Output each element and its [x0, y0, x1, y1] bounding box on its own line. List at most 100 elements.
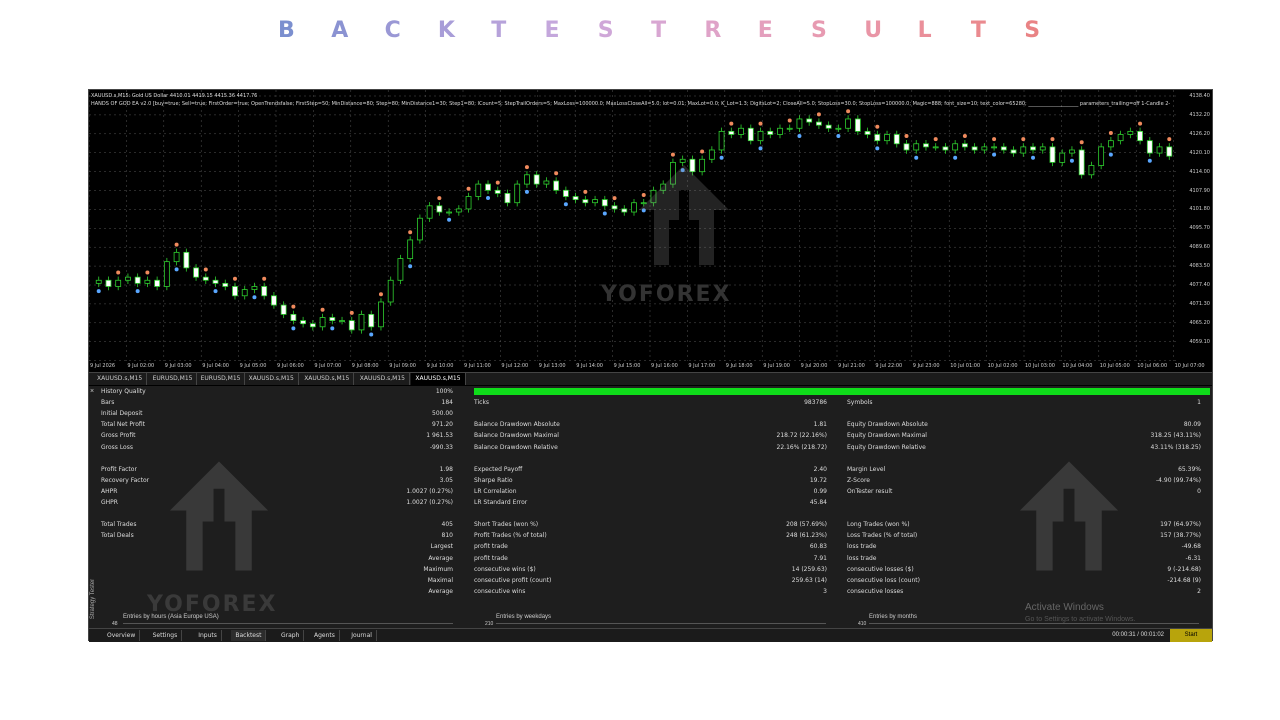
candle-body: [757, 130, 764, 142]
candle-body: [1127, 130, 1134, 135]
trade-marker: [135, 289, 140, 294]
title-letter: S: [811, 18, 827, 43]
candle-body: [1000, 146, 1007, 151]
candle-body: [368, 313, 375, 328]
title-letter: B: [278, 18, 295, 43]
candle-body: [407, 239, 414, 259]
candle-body: [95, 279, 102, 284]
tab-backtest[interactable]: Backtest: [231, 630, 267, 641]
start-button[interactable]: Start: [1170, 629, 1212, 642]
stat-label: Short Trades (won %): [474, 521, 539, 529]
trade-marker: [203, 267, 208, 272]
stat-value: 218.72 (22.16%): [776, 432, 827, 440]
candle-body: [1146, 140, 1153, 154]
trade-marker: [116, 270, 121, 275]
stat-value: 1 961.53: [426, 432, 453, 440]
candle-body: [465, 196, 472, 210]
close-icon[interactable]: ×: [90, 388, 94, 395]
title-letter: U: [864, 18, 883, 43]
tab-graph[interactable]: Graph: [277, 630, 305, 641]
price-tick-label: 4065.20: [1189, 319, 1210, 326]
candle-body: [134, 276, 141, 284]
symbol-tab[interactable]: XAUUSD.s,M15: [411, 373, 466, 385]
trade-marker: [1138, 121, 1143, 126]
stat-label: loss trade: [847, 543, 877, 551]
title-letter: T: [491, 18, 507, 43]
candle-body: [1059, 152, 1066, 163]
candle-body: [300, 320, 307, 325]
candle-body: [835, 127, 842, 130]
trade-marker: [174, 267, 179, 272]
candle-body: [621, 208, 628, 213]
symbol-tab[interactable]: XAUUSD.s,M15: [93, 373, 148, 385]
stat-label: consecutive profit (count): [474, 576, 552, 584]
title-letter: S: [597, 18, 614, 43]
trade-marker: [554, 171, 559, 176]
stat-value: 157 (38.77%): [1160, 532, 1201, 540]
time-tick-label: 9 Jul 03:00: [164, 363, 192, 369]
trade-marker: [992, 137, 997, 142]
title-letter: A: [331, 18, 349, 43]
candle-body: [854, 118, 861, 132]
time-tick-label: 9 Jul 18:00: [725, 363, 753, 369]
time-tick-label: 9 Jul 05:00: [239, 363, 267, 369]
price-tick-label: 4077.40: [1189, 282, 1210, 288]
symbol-tab[interactable]: EURUSD,M15: [149, 373, 198, 385]
price-chart[interactable]: XAUUSD.s,M15: Gold US Dollar 4410.01 441…: [89, 90, 1212, 372]
trade-marker: [1050, 137, 1055, 142]
candle-body: [601, 199, 608, 207]
stat-value: 1.0027 (0.27%): [406, 499, 453, 506]
candle-body: [426, 205, 433, 219]
trade-marker: [787, 118, 792, 123]
title-letter: R: [704, 18, 722, 43]
time-tick-label: 9 Jul 07:00: [314, 363, 342, 369]
candle-body: [271, 295, 277, 306]
time-tick-label: 9 Jul 14:00: [576, 363, 603, 369]
candle-body: [475, 183, 482, 197]
activate-windows-title: Activate Windows: [1025, 602, 1104, 613]
stat-value: -214.68 (9): [1167, 576, 1201, 584]
tab-agents[interactable]: Agents: [310, 630, 340, 641]
symbol-tab[interactable]: XAUUSD.s,M15: [356, 373, 410, 385]
candle-body: [202, 276, 209, 281]
candle-body: [1088, 165, 1095, 176]
candle-body: [339, 320, 345, 322]
candle-body: [991, 146, 997, 149]
price-tick-label: 4114.00: [1189, 168, 1210, 175]
stat-value: 971.20: [432, 421, 453, 429]
stat-value: 810: [441, 532, 453, 540]
candle-body: [154, 279, 161, 287]
tab-settings[interactable]: Settings: [149, 630, 183, 641]
trade-marker: [875, 146, 880, 151]
candle-body: [952, 143, 959, 151]
symbol-tab[interactable]: XAUUSD.s,M15: [245, 373, 299, 385]
stat-value: -6.31: [1185, 554, 1201, 562]
stat-label: consecutive losses: [847, 587, 904, 595]
symbol-tab[interactable]: EURUSD,M15: [197, 373, 246, 385]
symbol-tab[interactable]: XAUUSD.s,M15: [300, 373, 355, 385]
stat-label: Maximum: [423, 565, 453, 573]
stat-value: -990.33: [429, 443, 453, 451]
activate-windows-subtitle: Go to Settings to activate Windows.: [1025, 616, 1136, 623]
trade-marker: [700, 149, 705, 154]
candle-body: [611, 205, 618, 210]
candle-body: [251, 286, 258, 290]
price-tick-label: 4126.20: [1189, 130, 1210, 137]
tab-overview[interactable]: Overview: [103, 630, 141, 641]
candle-body: [319, 317, 326, 328]
tab-journal[interactable]: Journal: [347, 630, 377, 641]
candle-body: [125, 276, 131, 281]
stat-label: Loss Trades (% of total): [847, 532, 918, 540]
trade-marker: [914, 155, 919, 160]
trade-marker: [291, 304, 296, 309]
tab-inputs[interactable]: Inputs: [194, 630, 222, 641]
stat-label: Balance Drawdown Maximal: [474, 432, 559, 440]
trade-marker: [962, 134, 967, 139]
symbol-tabs: XAUUSD.s,M15 EURUSD,M15 EURUSD,M15 XAUUSD.s…: [89, 372, 1212, 385]
trade-marker: [369, 332, 374, 337]
title-letter: E: [757, 18, 773, 43]
price-tick-label: 4138.40: [1189, 93, 1210, 99]
title-letter: T: [651, 18, 667, 43]
stat-value: 1.81: [813, 421, 827, 429]
stat-label: Profit Trades (% of total): [474, 532, 547, 540]
